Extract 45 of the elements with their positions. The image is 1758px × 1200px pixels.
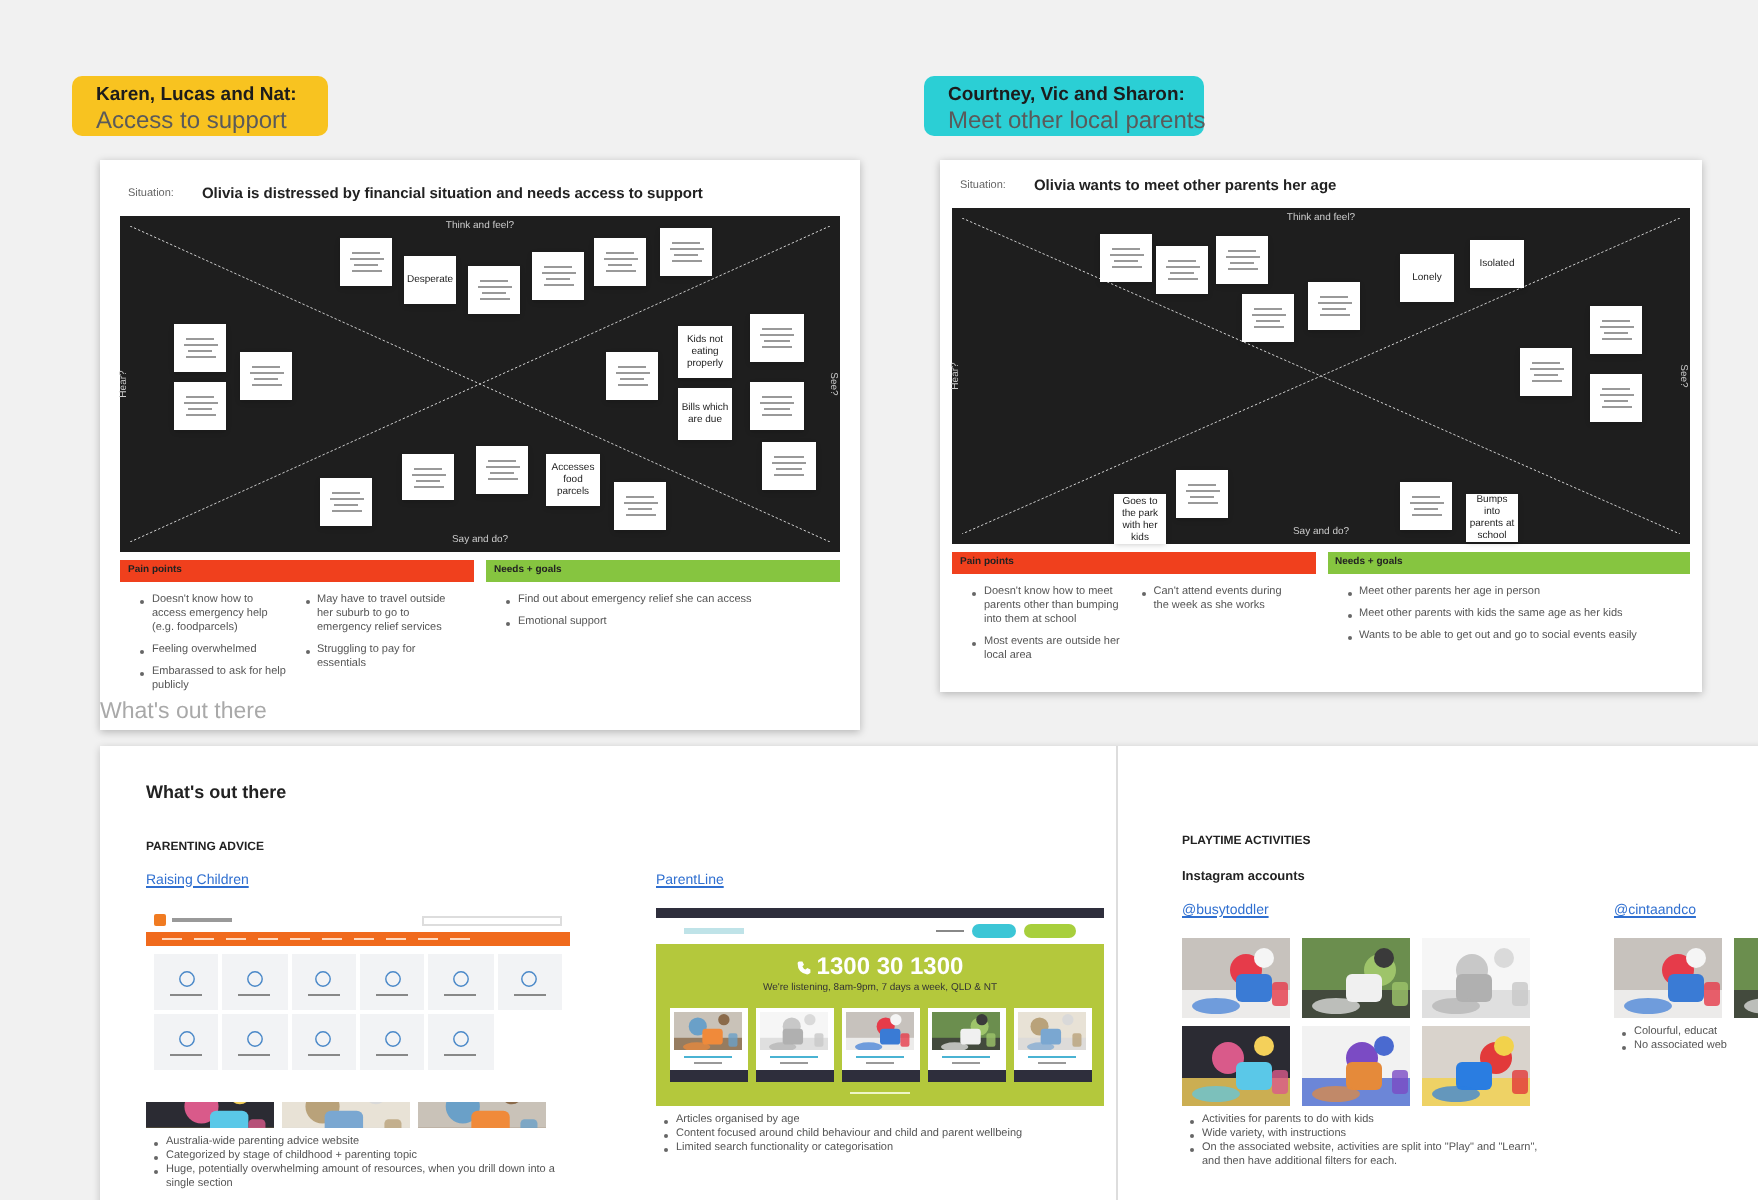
sticky-note [762, 442, 816, 490]
sticky-note [402, 454, 454, 500]
sticky-note [468, 266, 520, 314]
sticky-note [1156, 246, 1208, 294]
sticky-note [750, 382, 804, 430]
sticky-note [1520, 348, 1572, 396]
sticky-note [320, 478, 372, 526]
sticky-note [1590, 306, 1642, 354]
team-names: Karen, Lucas and Nat: [96, 84, 299, 106]
outline-icon [383, 969, 402, 987]
outline-icon [451, 969, 470, 987]
phone-number: 1300 30 1300 [816, 954, 964, 980]
outline-icon [383, 1029, 402, 1047]
outline-icon [451, 1029, 470, 1047]
sticky-note [660, 228, 712, 276]
sticky-note [476, 446, 528, 494]
outline-icon [314, 969, 333, 987]
logo-icon [154, 914, 166, 926]
outline-icon [177, 969, 196, 987]
sticky-note [750, 314, 804, 362]
team-names: Courtney, Vic and Sharon: [948, 84, 1180, 106]
section-title: What's out there [146, 780, 289, 806]
sticky-note [240, 352, 292, 400]
outline-icon [520, 969, 539, 987]
sticky-note [594, 238, 646, 286]
sticky-note [532, 252, 584, 300]
outline-icon [245, 969, 264, 987]
sticky-note [1590, 374, 1642, 422]
sticky-note [340, 238, 392, 286]
phone-icon [796, 959, 813, 975]
team-topic: Access to support [96, 106, 287, 134]
faded-heading: What's out there [100, 698, 267, 728]
outline-icon [245, 1029, 264, 1047]
sticky-note [1400, 482, 1452, 530]
outline-icon [177, 1029, 196, 1047]
sticky-note [174, 324, 226, 372]
sticky-note [606, 352, 658, 400]
sticky-note [174, 382, 226, 430]
sticky-note [614, 482, 666, 530]
outline-icon [314, 1029, 333, 1047]
sticky-note [1242, 294, 1294, 342]
sticky-note [1308, 282, 1360, 330]
sticky-note [1216, 236, 1268, 284]
sticky-note [1100, 234, 1152, 282]
sticky-note [1176, 470, 1228, 518]
